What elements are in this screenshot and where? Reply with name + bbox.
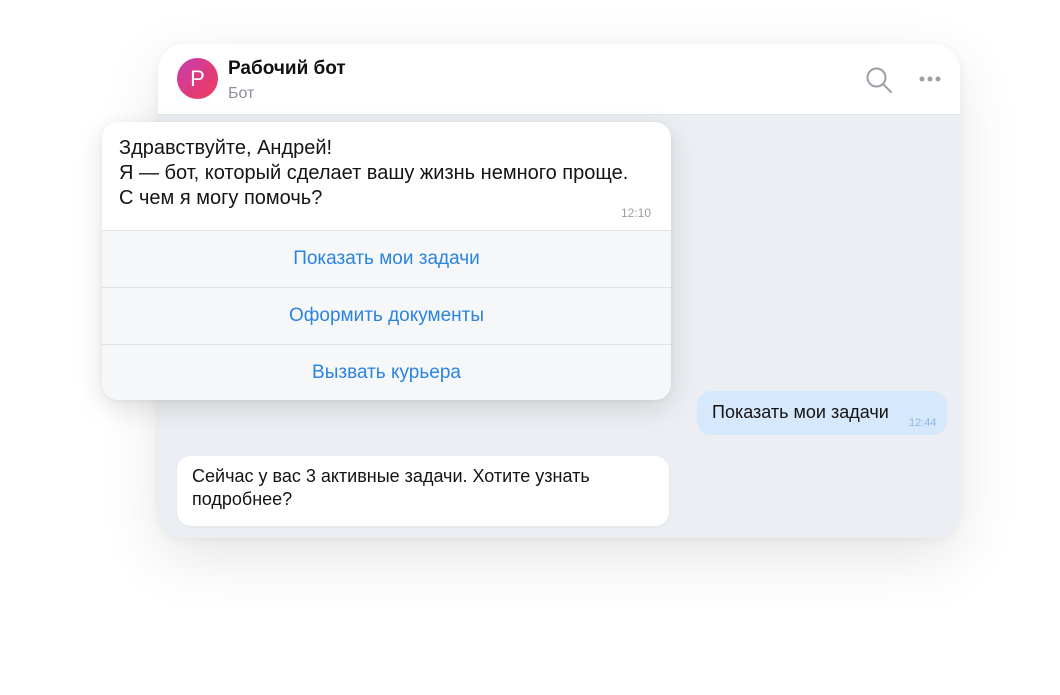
welcome-line: Я — бот, который сделает вашу жизнь немн… — [119, 162, 629, 184]
show-tasks-button[interactable]: Показать мои задачи — [102, 230, 671, 287]
bot-reply-message: Сейчас у вас 3 активные задачи. Хотите у… — [177, 456, 669, 526]
search-icon[interactable] — [865, 66, 893, 94]
bot-welcome-card: Здравствуйте, Андрей! Я — бот, который с… — [102, 122, 671, 400]
welcome-message-time: 12:10 — [621, 206, 652, 220]
outgoing-message-time: 12:44 — [909, 417, 937, 429]
prepare-documents-button[interactable]: Оформить документы — [102, 287, 671, 344]
avatar[interactable]: Р — [177, 58, 218, 99]
chat-subtitle: Бот — [228, 85, 255, 102]
chat-header: Р Рабочий бот Бот — [158, 44, 960, 115]
welcome-line: С чем я могу помочь? — [119, 187, 323, 209]
more-icon[interactable] — [918, 73, 942, 85]
chat-title[interactable]: Рабочий бот — [228, 58, 346, 80]
outgoing-message: Показать мои задачи 12:44 — [697, 391, 947, 435]
welcome-line: Здравствуйте, Андрей! — [119, 137, 333, 159]
outgoing-message-text: Показать мои задачи — [712, 402, 889, 422]
call-courier-button[interactable]: Вызвать курьера — [102, 344, 671, 400]
bot-reply-text: Сейчас у вас 3 активные задачи. Хотите у… — [192, 466, 590, 509]
inline-keyboard: Показать мои задачи Оформить документы В… — [102, 230, 671, 400]
welcome-message-text: Здравствуйте, Андрей! Я — бот, который с… — [119, 136, 664, 211]
